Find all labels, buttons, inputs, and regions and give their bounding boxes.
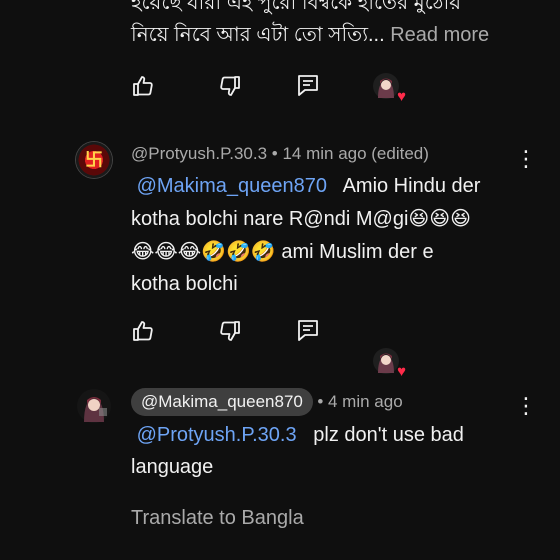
more-options-button[interactable]: ⋮	[515, 395, 537, 417]
comment-line: @Makima_queen870 Amio Hindu der	[131, 170, 521, 202]
read-more-link[interactable]: Read more	[390, 24, 489, 46]
comment-text: নিয়ে নিবে আর এটা তো সত্যি... Read more	[131, 19, 489, 51]
user-avatar-image	[77, 389, 111, 423]
creator-avatar	[373, 348, 399, 374]
emoji-text: 😆😆😆	[408, 206, 471, 230]
like-button[interactable]	[131, 74, 155, 103]
comment-line: kotha bolchi	[131, 268, 521, 300]
reply-icon	[298, 320, 318, 341]
reply-button[interactable]	[296, 73, 320, 102]
comment-text: Amio Hindu der	[342, 175, 481, 197]
more-options-button[interactable]: ⋮	[515, 148, 537, 170]
timestamp: • 4 min ago	[317, 392, 403, 411]
comment-line: @Protyush.P.30.3 plz don't use bad	[131, 419, 521, 451]
creator-heart: ♥	[372, 347, 406, 379]
like-button[interactable]	[131, 319, 155, 348]
translate-link[interactable]: Translate to Bangla	[131, 502, 304, 534]
dislike-button[interactable]	[218, 319, 242, 348]
comment-line: kotha bolchi nare R@ndi M@gi😆😆😆	[131, 202, 521, 235]
reply-icon	[298, 75, 318, 96]
comment-line: নিয়ে নিবে আর এটা তো সত্যি...	[131, 24, 385, 46]
heart-icon: ♥	[397, 363, 406, 380]
comment-text: kotha bolchi nare R@ndi M@gi	[131, 208, 409, 230]
avatar[interactable]: 卐	[76, 142, 112, 178]
heart-icon: ♥	[397, 88, 406, 105]
comment-line: language	[131, 451, 521, 483]
comment-text: language	[131, 456, 214, 478]
comment-header: @Makima_queen870 • 4 min ago	[131, 388, 403, 416]
thumbs-up-icon	[133, 76, 153, 96]
reply-button[interactable]	[296, 318, 320, 347]
thumbs-up-icon	[133, 321, 153, 341]
comment-line: 😂😂😂🤣🤣🤣 ami Muslim der e	[131, 235, 521, 268]
comment-body: @Makima_queen870 Amio Hindu der kotha bo…	[131, 170, 521, 300]
mention-link[interactable]: @Protyush.P.30.3	[137, 424, 297, 446]
comment-text-partial: হয়েছে যারা এই পুরো বিশ্বকে হাতের মুঠোয়	[131, 0, 461, 19]
author-name[interactable]: @Protyush.P.30.3	[131, 144, 267, 163]
creator-avatar	[373, 73, 399, 99]
thumbs-down-icon	[220, 321, 240, 341]
dislike-button[interactable]	[218, 74, 242, 103]
mention-link[interactable]: @Makima_queen870	[137, 175, 327, 197]
comment-body: @Protyush.P.30.3 plz don't use bad langu…	[131, 419, 521, 483]
more-vertical-icon: ⋮	[515, 146, 537, 171]
comment-text: ami Muslim der e	[281, 241, 434, 263]
emoji-text: 😂😂😂🤣🤣🤣	[131, 239, 276, 263]
comment-text: plz don't use bad	[313, 424, 464, 446]
avatar[interactable]	[76, 388, 112, 424]
thumbs-down-icon	[220, 76, 240, 96]
timestamp: • 14 min ago (edited)	[271, 144, 429, 163]
comment-line: হয়েছে যারা এই পুরো বিশ্বকে হাতের মুঠোয়	[131, 0, 462, 14]
author-chip[interactable]: @Makima_queen870	[131, 388, 313, 416]
comment-text: kotha bolchi	[131, 273, 238, 295]
swastika-icon: 卐	[85, 150, 103, 170]
more-vertical-icon: ⋮	[515, 393, 537, 418]
creator-heart: ♥	[372, 72, 406, 104]
comment-header: @Protyush.P.30.3 • 14 min ago (edited)	[131, 144, 429, 164]
